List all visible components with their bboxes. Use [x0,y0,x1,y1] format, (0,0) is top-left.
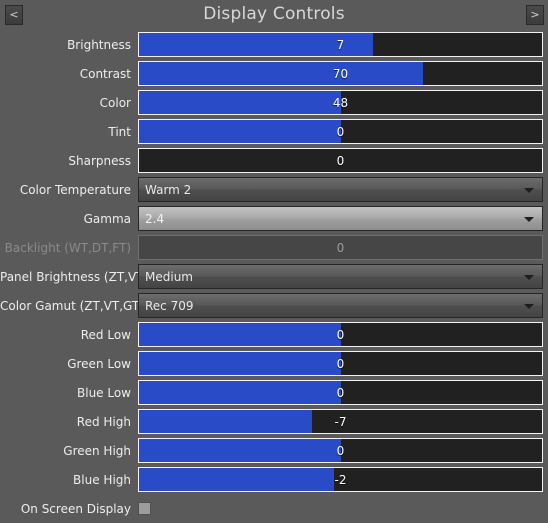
control-label-color-gamut-ztvtgt: Color Gamut (ZT,VT,GT) [0,298,138,313]
control-wrapper-on-screen-display [138,496,543,521]
control-wrapper-gamma: 2.4 [138,206,543,231]
chevron-down-icon [524,216,534,222]
dropdown-gamma[interactable]: 2.4 [138,206,543,231]
control-label-color: Color [99,95,131,110]
control-label-backlight-wtdtft: Backlight (WT,DT,FT) [4,240,131,255]
slider-brightness[interactable]: 7 [138,32,543,57]
dropdown-value-color-temperature: Warm 2 [145,182,192,197]
control-row-brightness: Brightness 7 [0,30,548,59]
control-label-panel-brightness-ztvtgt: Panel Brightness (ZT,VT,GT) [0,269,138,284]
control-row-green-high: Green High 0 [0,436,548,465]
control-row-blue-low: Blue Low 0 [0,378,548,407]
control-row-color: Color 48 [0,88,548,117]
control-row-color-temperature: Color Temperature Warm 2 [0,175,548,204]
slider-blue-high[interactable]: -2 [138,467,543,492]
control-wrapper-blue-low: 0 [138,380,543,405]
slider-fill-tint [139,120,341,143]
slider-fill-blue-high [139,468,334,491]
control-label-green-high: Green High [63,443,131,458]
slider-tint[interactable]: 0 [138,119,543,144]
slider-sharpness[interactable]: 0 [138,148,543,173]
control-wrapper-brightness: 7 [138,32,543,57]
slider-fill-brightness [139,33,373,56]
control-row-green-low: Green Low 0 [0,349,548,378]
page-title: Display Controls [203,4,345,24]
next-page-button[interactable]: > [526,5,544,25]
control-label-tint: Tint [108,124,131,139]
slider-fill-contrast [139,62,424,85]
control-label-red-low: Red Low [80,327,131,342]
control-row-color-gamut-ztvtgt: Color Gamut (ZT,VT,GT) Rec 709 [0,291,548,320]
dropdown-color-temperature[interactable]: Warm 2 [138,177,543,202]
control-label-blue-low: Blue Low [77,385,131,400]
control-wrapper-sharpness: 0 [138,148,543,173]
control-row-on-screen-display: On Screen Display [0,494,548,523]
slider-fill-green-high [139,439,341,462]
control-label-color-temperature: Color Temperature [19,182,131,197]
control-row-panel-brightness-ztvtgt: Panel Brightness (ZT,VT,GT) Medium [0,262,548,291]
display-controls-panel: < Display Controls > Brightness 7 Contrast… [0,0,548,521]
control-wrapper-backlight-wtdtft: 0 [138,235,543,260]
control-wrapper-contrast: 70 [138,61,543,86]
slider-fill-blue-low [139,381,341,404]
control-row-tint: Tint 0 [0,117,548,146]
control-label-brightness: Brightness [67,37,131,52]
control-wrapper-green-low: 0 [138,351,543,376]
control-row-red-high: Red High -7 [0,407,548,436]
control-wrapper-blue-high: -2 [138,467,543,492]
slider-red-high[interactable]: -7 [138,409,543,434]
control-label-red-high: Red High [76,414,131,429]
slider-value-backlight-wtdtft: 0 [336,240,345,255]
control-wrapper-red-high: -7 [138,409,543,434]
slider-fill-green-low [139,352,341,375]
dropdown-value-gamma: 2.4 [145,211,165,226]
control-wrapper-color-gamut-ztvtgt: Rec 709 [138,293,543,318]
slider-fill-color [139,91,341,114]
controls-list: Brightness 7 Contrast 70 Color 48 Tint 0 Sharpne… [0,30,548,523]
chevron-down-icon [524,274,534,280]
panel-header: < Display Controls > [0,0,548,30]
control-row-red-low: Red Low 0 [0,320,548,349]
chevron-down-icon [524,187,534,193]
dropdown-value-color-gamut-ztvtgt: Rec 709 [145,298,194,313]
slider-contrast[interactable]: 70 [138,61,543,86]
control-wrapper-green-high: 0 [138,438,543,463]
control-label-gamma: Gamma [83,211,131,226]
control-row-gamma: Gamma 2.4 [0,204,548,233]
slider-green-high[interactable]: 0 [138,438,543,463]
control-label-sharpness: Sharpness [68,153,131,168]
control-label-blue-high: Blue High [73,472,131,487]
control-row-sharpness: Sharpness 0 [0,146,548,175]
control-row-blue-high: Blue High -2 [0,465,548,494]
control-wrapper-red-low: 0 [138,322,543,347]
slider-fill-red-high [139,410,313,433]
slider-color[interactable]: 48 [138,90,543,115]
checkbox-on-screen-display[interactable] [138,502,151,515]
chevron-down-icon [524,303,534,309]
control-wrapper-tint: 0 [138,119,543,144]
control-wrapper-panel-brightness-ztvtgt: Medium [138,264,543,289]
control-label-contrast: Contrast [79,66,131,81]
control-wrapper-color-temperature: Warm 2 [138,177,543,202]
dropdown-color-gamut-ztvtgt[interactable]: Rec 709 [138,293,543,318]
slider-value-sharpness: 0 [336,153,345,168]
control-row-contrast: Contrast 70 [0,59,548,88]
control-wrapper-color: 48 [138,90,543,115]
slider-red-low[interactable]: 0 [138,322,543,347]
slider-green-low[interactable]: 0 [138,351,543,376]
slider-backlight-wtdtft: 0 [138,235,543,260]
dropdown-value-panel-brightness-ztvtgt: Medium [145,269,193,284]
control-label-green-low: Green Low [67,356,131,371]
control-label-on-screen-display: On Screen Display [20,501,131,516]
dropdown-panel-brightness-ztvtgt[interactable]: Medium [138,264,543,289]
slider-fill-red-low [139,323,341,346]
control-row-backlight-wtdtft: Backlight (WT,DT,FT) 0 [0,233,548,262]
slider-blue-low[interactable]: 0 [138,380,543,405]
